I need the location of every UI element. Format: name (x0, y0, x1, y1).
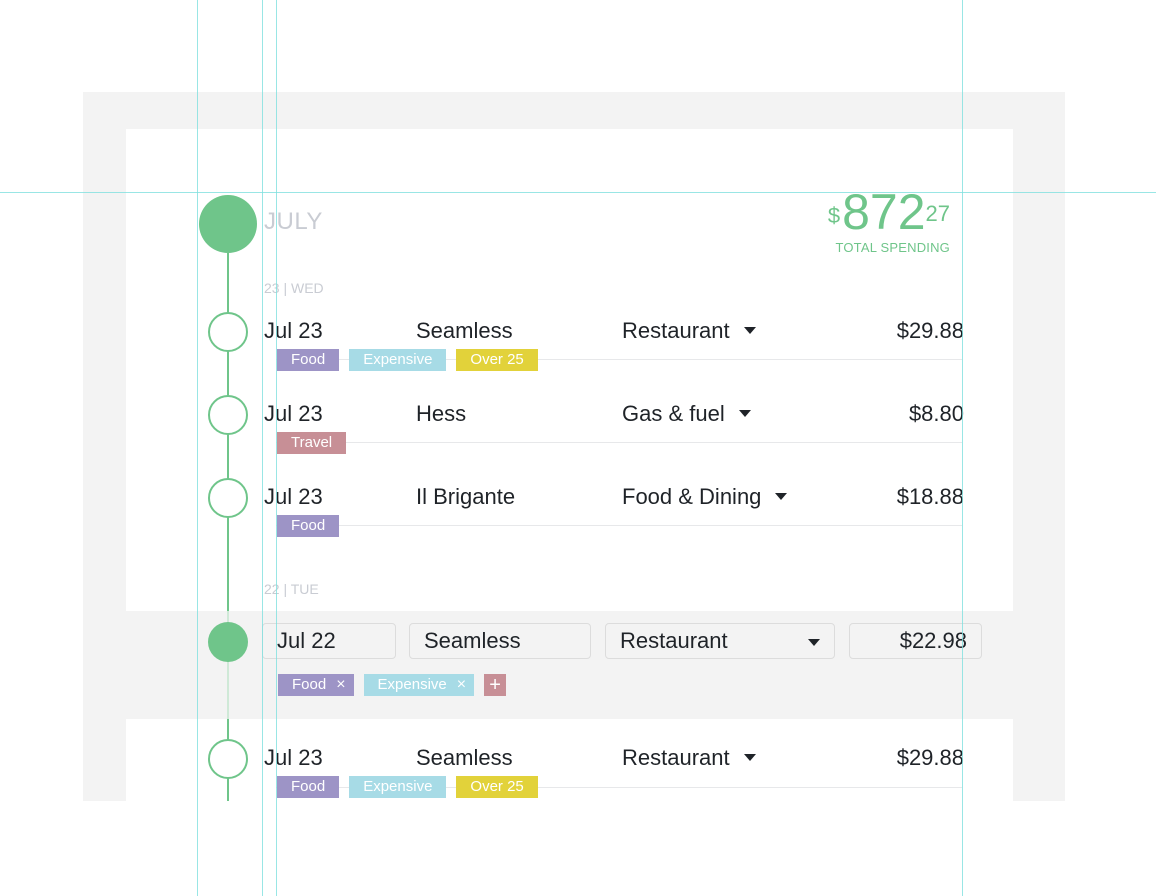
transaction-row[interactable]: Jul 23 Seamless Restaurant $29.88 Food E… (264, 745, 964, 805)
tag-over-25[interactable]: Over 25 (456, 776, 538, 798)
row-divider (276, 442, 962, 443)
chevron-down-icon[interactable] (775, 492, 788, 500)
guide-line (0, 192, 1156, 193)
category-dropdown[interactable]: Food & Dining (622, 484, 788, 510)
transaction-row[interactable]: Jul 23 Il Brigante Food & Dining $18.88 … (264, 484, 964, 544)
category-select-value: Restaurant (620, 628, 728, 653)
transaction-marker (208, 739, 248, 779)
close-icon[interactable]: × (457, 676, 466, 693)
transaction-row[interactable]: Jul 23 Hess Gas & fuel $8.80 Travel (264, 401, 964, 461)
category-dropdown[interactable]: Restaurant (622, 318, 756, 344)
day-label: 23 | WED (264, 280, 324, 296)
guide-line (276, 0, 277, 896)
transaction-date: Jul 23 (264, 745, 323, 770)
transaction-row[interactable]: Jul 23 Seamless Restaurant $29.88 Food E… (264, 318, 964, 378)
transaction-amount: $29.88 (896, 318, 964, 343)
day-label: 22 | TUE (264, 581, 319, 597)
category-dropdown[interactable]: Gas & fuel (622, 401, 751, 427)
edit-tags: Food × Expensive × + (278, 674, 507, 696)
transaction-amount: $18.88 (896, 484, 964, 509)
total-spending: $87227 TOTAL SPENDING (828, 186, 950, 255)
transaction-amount: $29.88 (896, 745, 964, 770)
transaction-amount: $8.80 (908, 401, 964, 426)
tag-expensive[interactable]: Expensive (349, 349, 447, 371)
category-label: Food & Dining (622, 484, 762, 509)
merchant-field[interactable]: Seamless (409, 623, 591, 659)
transaction-date: Jul 23 (264, 401, 323, 426)
close-icon[interactable]: × (336, 676, 345, 693)
transaction-date: Jul 23 (264, 318, 323, 343)
transaction-merchant: Seamless (416, 745, 513, 770)
transaction-merchant: Il Brigante (416, 484, 516, 509)
tag-expensive[interactable]: Expensive (349, 776, 447, 798)
guide-line (197, 0, 198, 896)
guide-line (262, 0, 263, 896)
chevron-down-icon[interactable] (738, 409, 751, 417)
total-amount: $87227 (828, 186, 950, 238)
transaction-marker (208, 312, 248, 352)
category-dropdown[interactable]: Restaurant (622, 745, 756, 771)
transaction-edit-row: Jul 22 Seamless Restaurant $22.98 (262, 623, 982, 663)
total-cents: 27 (925, 201, 950, 226)
transaction-marker (208, 395, 248, 435)
chevron-down-icon[interactable] (808, 639, 820, 646)
currency-symbol: $ (827, 203, 841, 228)
month-marker (199, 195, 257, 253)
date-field[interactable]: Jul 22 (262, 623, 396, 659)
chevron-down-icon[interactable] (743, 326, 756, 334)
tag-food[interactable]: Food (277, 515, 340, 537)
total-label: TOTAL SPENDING (835, 240, 950, 255)
tag-food-editable: Food × (278, 674, 354, 696)
tag-label: Food (292, 676, 327, 693)
transaction-merchant: Hess (416, 401, 467, 426)
transaction-date: Jul 23 (264, 484, 323, 509)
row-divider (276, 525, 962, 526)
tag-label: Expensive (377, 676, 447, 693)
guide-line (962, 0, 963, 896)
tag-food[interactable]: Food (277, 349, 340, 371)
category-select[interactable]: Restaurant (605, 623, 835, 659)
month-title: JULY (264, 208, 323, 235)
tag-travel[interactable]: Travel (277, 432, 347, 454)
tag-food[interactable]: Food (277, 776, 340, 798)
transaction-merchant: Seamless (416, 318, 513, 343)
transaction-marker (208, 478, 248, 518)
category-label: Restaurant (622, 745, 730, 770)
chevron-down-icon[interactable] (743, 753, 756, 761)
tag-over-25[interactable]: Over 25 (456, 349, 538, 371)
category-label: Restaurant (622, 318, 730, 343)
category-label: Gas & fuel (622, 401, 725, 426)
add-tag-button[interactable]: + (484, 674, 507, 696)
selected-transaction-marker (208, 622, 248, 662)
tag-expensive-editable: Expensive × (363, 674, 475, 696)
